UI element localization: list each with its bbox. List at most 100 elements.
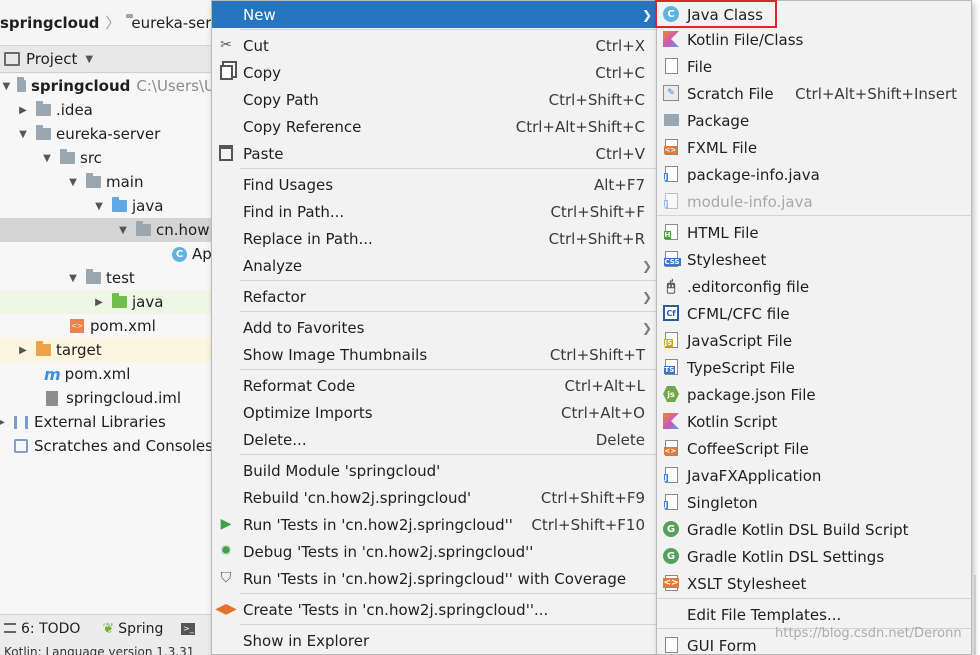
menu-item-rebuild[interactable]: Rebuild 'cn.how2j.springcloud' Ctrl+Shif…	[212, 484, 656, 511]
tree-node-application-class[interactable]: C Ap	[0, 242, 215, 266]
new-item-cfml-file[interactable]: Cf CFML/CFC file	[657, 300, 971, 327]
menu-item-cut[interactable]: ✂ Cut Ctrl+X	[212, 32, 656, 59]
menu-item-paste[interactable]: Paste Ctrl+V	[212, 140, 656, 167]
tree-node-eureka-server[interactable]: ▼ eureka-server	[0, 122, 215, 146]
expand-arrow-icon[interactable]: ▼	[66, 177, 80, 188]
menu-item-debug-tests[interactable]: ✹ Debug 'Tests in 'cn.how2j.springcloud'…	[212, 538, 656, 565]
new-item-javascript-file[interactable]: JS JavaScript File	[657, 327, 971, 354]
menu-item-label: Refactor	[243, 287, 306, 306]
new-item-singleton[interactable]: J Singleton	[657, 489, 971, 516]
terminal-icon[interactable]: >_	[181, 623, 196, 635]
menu-item-shortcut: Ctrl+Alt+Shift+C	[515, 117, 645, 136]
new-item-gui-form[interactable]: GUI Form	[657, 632, 971, 655]
tree-node-external-libraries[interactable]: ▶ External Libraries	[0, 410, 215, 434]
menu-item-new[interactable]: New ❯	[212, 1, 656, 28]
menu-item-optimize-imports[interactable]: Optimize Imports Ctrl+Alt+O	[212, 399, 656, 426]
menu-item-find-in-path[interactable]: Find in Path... Ctrl+Shift+F	[212, 198, 656, 225]
new-item-kotlin-file[interactable]: Kotlin File/Class	[657, 26, 971, 53]
menu-item-show-in-explorer[interactable]: Show in Explorer	[212, 627, 656, 654]
menu-item-analyze[interactable]: Analyze ❯	[212, 252, 656, 279]
new-item-stylesheet[interactable]: CSS Stylesheet	[657, 246, 971, 273]
expand-arrow-icon[interactable]: ▼	[66, 273, 80, 284]
tree-node-main-java[interactable]: ▼ java	[0, 194, 215, 218]
menu-item-copy-reference[interactable]: Copy Reference Ctrl+Alt+Shift+C	[212, 113, 656, 140]
menu-item-label: module-info.java	[687, 192, 813, 211]
tree-node-main[interactable]: ▼ main	[0, 170, 215, 194]
menu-item-label: Kotlin File/Class	[687, 30, 804, 49]
expand-arrow-icon[interactable]: ▼	[40, 153, 54, 164]
breadcrumb-project[interactable]: springcloud	[0, 14, 99, 32]
tree-node-module-pom[interactable]: <> pom.xml	[0, 314, 215, 338]
collapse-arrow-icon[interactable]: ▶	[0, 417, 8, 428]
tree-node-package-selected[interactable]: ▼ cn.how	[0, 218, 215, 242]
new-item-coffeescript-file[interactable]: <> CoffeeScript File	[657, 435, 971, 462]
new-item-package[interactable]: Package	[657, 107, 971, 134]
todo-tool-button[interactable]: 6: TODO	[4, 621, 80, 637]
submenu-arrow-icon: ❯	[641, 320, 652, 335]
new-item-package-info[interactable]: J package-info.java	[657, 161, 971, 188]
new-item-gradle-settings[interactable]: G Gradle Kotlin DSL Settings	[657, 543, 971, 570]
collapse-arrow-icon[interactable]: ▶	[16, 345, 30, 356]
menu-item-find-usages[interactable]: Find Usages Alt+F7	[212, 171, 656, 198]
collapse-arrow-icon[interactable]: ▶	[16, 105, 30, 116]
menu-item-copy-path[interactable]: Copy Path Ctrl+Shift+C	[212, 86, 656, 113]
run-icon: ▶	[220, 516, 232, 532]
expand-arrow-icon[interactable]: ▼	[92, 201, 106, 212]
tree-node-label: eureka-server	[56, 125, 161, 143]
tree-node-iml[interactable]: springcloud.iml	[0, 386, 215, 410]
menu-item-label: Find Usages	[243, 175, 334, 194]
tree-node-src[interactable]: ▼ src	[0, 146, 215, 170]
new-item-kotlin-script[interactable]: Kotlin Script	[657, 408, 971, 435]
gui-form-icon	[662, 636, 680, 654]
new-item-java-class[interactable]: C Java Class	[657, 1, 971, 28]
folder-icon	[60, 149, 75, 164]
tree-node-scratches[interactable]: Scratches and Consoles	[0, 434, 215, 458]
menu-item-replace-in-path[interactable]: Replace in Path... Ctrl+Shift+R	[212, 225, 656, 252]
menu-item-copy[interactable]: Copy Ctrl+C	[212, 59, 656, 86]
project-panel-title[interactable]: Project	[26, 50, 77, 68]
menu-item-label: FXML File	[687, 138, 758, 157]
new-item-typescript-file[interactable]: TS TypeScript File	[657, 354, 971, 381]
new-item-fxml-file[interactable]: <> FXML File	[657, 134, 971, 161]
new-item-scratch-file[interactable]: ✎ Scratch File Ctrl+Alt+Shift+Insert	[657, 80, 971, 107]
tree-node-springcloud[interactable]: ▼ springcloud C:\Users\U	[0, 74, 215, 98]
collapse-arrow-icon[interactable]: ▶	[92, 297, 106, 308]
tree-node-idea[interactable]: ▶ .idea	[0, 98, 215, 122]
tree-node-test[interactable]: ▼ test	[0, 266, 215, 290]
new-item-gradle-build-script[interactable]: G Gradle Kotlin DSL Build Script	[657, 516, 971, 543]
new-item-xslt-stylesheet[interactable]: <> XSLT Stylesheet	[657, 570, 971, 597]
menu-item-label: Debug 'Tests in 'cn.how2j.springcloud''	[243, 542, 534, 561]
spring-tool-button[interactable]: ❦ Spring	[102, 621, 163, 637]
expand-arrow-icon[interactable]: ▼	[16, 129, 30, 140]
new-item-html-file[interactable]: H HTML File	[657, 219, 971, 246]
breadcrumb-module[interactable]: eureka-server	[131, 14, 215, 32]
menu-item-create-tests[interactable]: ◀▶ Create 'Tests in 'cn.how2j.springclou…	[212, 596, 656, 623]
menu-item-build-module[interactable]: Build Module 'springcloud'	[212, 457, 656, 484]
tree-node-target[interactable]: ▶ target	[0, 338, 215, 362]
menu-item-show-image-thumbnails[interactable]: Show Image Thumbnails Ctrl+Shift+T	[212, 341, 656, 368]
menu-item-reformat-code[interactable]: Reformat Code Ctrl+Alt+L	[212, 372, 656, 399]
menu-item-label: Package	[687, 111, 750, 130]
menu-item-refactor[interactable]: Refactor ❯	[212, 283, 656, 310]
new-item-file[interactable]: File	[657, 53, 971, 80]
menu-item-label: Show in Explorer	[243, 631, 370, 650]
menu-item-label: Analyze	[243, 256, 303, 275]
chevron-down-icon[interactable]: ▼	[85, 54, 93, 65]
java-file-icon: J	[662, 165, 680, 183]
javascript-file-icon: JS	[662, 331, 680, 349]
menu-item-run-with-coverage[interactable]: ⛉ Run 'Tests in 'cn.how2j.springcloud'' …	[212, 565, 656, 592]
menu-item-add-to-favorites[interactable]: Add to Favorites ❯	[212, 314, 656, 341]
new-item-javafx-application[interactable]: J JavaFXApplication	[657, 462, 971, 489]
context-menu: New ❯ ✂ Cut Ctrl+X Copy Ctrl+C Copy Path…	[211, 0, 657, 655]
tree-node-root-pom[interactable]: m pom.xml	[0, 362, 215, 386]
coverage-shield-icon: ⛉	[220, 570, 232, 586]
menu-item-delete[interactable]: Delete... Delete	[212, 426, 656, 453]
new-item-edit-file-templates[interactable]: Edit File Templates...	[657, 601, 971, 628]
tree-node-test-java[interactable]: ▶ java	[0, 290, 215, 314]
menu-item-label: package.json File	[687, 385, 816, 404]
menu-item-run-tests[interactable]: ▶ Run 'Tests in 'cn.how2j.springcloud'' …	[212, 511, 656, 538]
expand-arrow-icon[interactable]: ▼	[2, 81, 11, 92]
new-item-editorconfig[interactable]: 🖰 .editorconfig file	[657, 273, 971, 300]
new-item-package-json[interactable]: js package.json File	[657, 381, 971, 408]
expand-arrow-icon[interactable]: ▼	[116, 225, 130, 236]
